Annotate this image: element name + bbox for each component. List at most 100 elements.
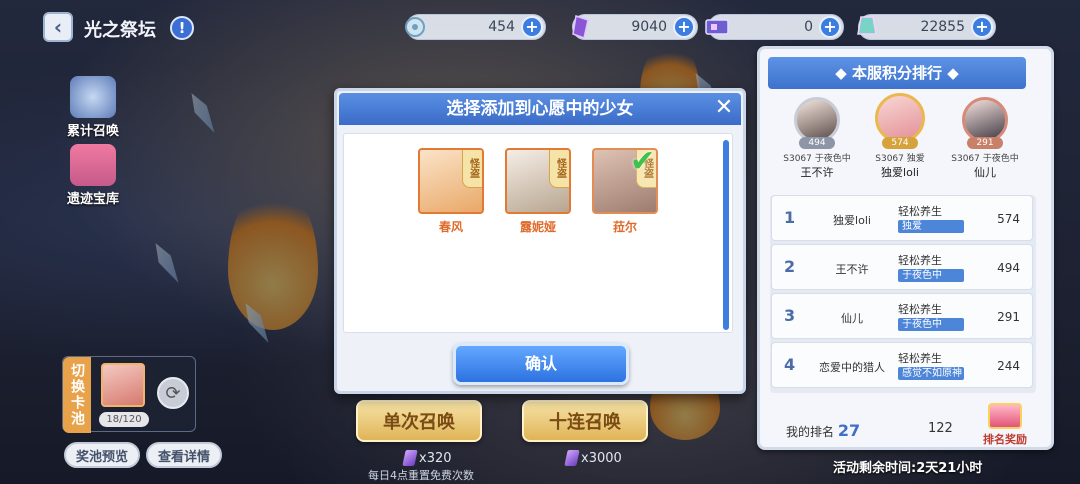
view-details-button[interactable]: 查看详情 bbox=[146, 442, 222, 468]
refresh-icon: ⟳ bbox=[165, 382, 181, 404]
crystal-cluster-icon bbox=[70, 76, 116, 118]
gift-box-icon bbox=[988, 403, 1022, 429]
ranking-title: ◆ 本服积分排行 ◆ bbox=[768, 57, 1026, 89]
help-button[interactable]: ! bbox=[170, 16, 194, 40]
guild-name: 轻松养生 bbox=[898, 254, 942, 267]
refresh-button[interactable]: ⟳ bbox=[157, 377, 189, 409]
top-bar: ‹ 光之祭坛 ! 454 + 9040 + 0 + 22855 + bbox=[40, 10, 1040, 44]
player-score: 494 bbox=[997, 261, 1020, 275]
close-button[interactable]: ✕ bbox=[713, 95, 735, 120]
character-name: 菈尔 bbox=[612, 220, 637, 234]
guild-name: 轻松养生 bbox=[898, 352, 942, 365]
character-portrait: 怪盗 bbox=[505, 148, 571, 214]
server-ranking-panel: ◆ 本服积分排行 ◆ 494 S3067 于夜色中 王不许 574 S3067 … bbox=[757, 46, 1054, 450]
purple-crystal-icon bbox=[567, 12, 595, 42]
shop-stall-icon bbox=[70, 144, 116, 186]
rank-number: 4 bbox=[784, 355, 796, 374]
top3-score: 291 bbox=[967, 137, 1003, 149]
daily-reset-note: 每日4点重置免费次数 bbox=[368, 469, 474, 482]
guild-tag: 于夜色中 bbox=[898, 318, 964, 331]
confirm-button[interactable]: 确认 bbox=[453, 343, 629, 385]
currency-value: 454 bbox=[488, 19, 515, 35]
player-score: 574 bbox=[997, 212, 1020, 226]
cumulative-summon-label: 累计召唤 bbox=[66, 124, 119, 139]
player-name: 王不许 bbox=[835, 263, 869, 276]
card-pool-panel: 切换卡池 18/120 ⟳ bbox=[62, 356, 196, 433]
class-badge: 怪盗 bbox=[549, 150, 569, 188]
dialog-title-text: 选择添加到心愿中的少女 bbox=[446, 99, 634, 119]
rank-number: 2 bbox=[784, 257, 796, 276]
ten-summon-cost: x3000 bbox=[564, 450, 622, 466]
currency-ticket: 0 + bbox=[705, 14, 844, 40]
add-crystal-button[interactable]: + bbox=[673, 16, 695, 38]
top3-name: 王不许 bbox=[800, 166, 834, 179]
top3-second[interactable]: 494 S3067 于夜色中 王不许 bbox=[772, 97, 862, 180]
checkmark-icon: ✔ bbox=[630, 144, 656, 179]
character-card[interactable]: 怪盗 春风 bbox=[416, 148, 486, 235]
top3-server: S3067 于夜色中 bbox=[783, 154, 851, 164]
top3-score: 494 bbox=[799, 137, 835, 149]
ranking-row[interactable]: 2 王不许 轻松养生 于夜色中 494 bbox=[771, 244, 1033, 290]
single-summon-button[interactable]: 单次召唤 bbox=[356, 400, 482, 442]
relic-shop-label: 遗迹宝库 bbox=[66, 192, 119, 207]
add-stamina-button[interactable]: + bbox=[521, 16, 543, 38]
player-score: 291 bbox=[997, 310, 1020, 324]
guild-tag: 感觉不如原神 bbox=[898, 367, 964, 380]
back-button[interactable]: ‹ bbox=[43, 12, 73, 42]
pool-preview-button[interactable]: 奖池预览 bbox=[64, 442, 140, 468]
ten-summon-button[interactable]: 十连召唤 bbox=[522, 400, 648, 442]
relic-shop-button[interactable]: 遗迹宝库 bbox=[58, 144, 128, 207]
character-grid[interactable]: 怪盗 春风 怪盗 露妮娅 怪盗 ✔ 菈尔 bbox=[343, 133, 733, 333]
pool-progress: 18/120 bbox=[99, 412, 149, 427]
top3-name: 独爱loli bbox=[881, 166, 919, 179]
player-avatar bbox=[875, 93, 925, 143]
wishlist-select-dialog: 选择添加到心愿中的少女 ✕ 怪盗 春风 怪盗 露妮娅 怪盗 ✔ 菈尔 确认 bbox=[334, 88, 746, 394]
top3-server: S3067 于夜色中 bbox=[951, 154, 1019, 164]
character-card-selected[interactable]: 怪盗 ✔ 菈尔 bbox=[590, 144, 660, 235]
player-name: 仙儿 bbox=[841, 312, 863, 325]
character-portrait: 怪盗 bbox=[418, 148, 484, 214]
pool-character-avatar[interactable] bbox=[101, 363, 145, 407]
top3-first[interactable]: 574 S3067 独爱 独爱loli bbox=[855, 93, 945, 180]
page-title: 光之祭坛 bbox=[84, 20, 156, 41]
ranking-row[interactable]: 1 独爱loli 轻松养生 独爱 574 bbox=[771, 195, 1033, 241]
top3-third[interactable]: 291 S3067 于夜色中 仙儿 bbox=[940, 97, 1030, 180]
ranking-row[interactable]: 4 恋爱中的猎人 轻松养生 感觉不如原神 244 bbox=[771, 342, 1033, 388]
ranking-row[interactable]: 3 仙儿 轻松养生 于夜色中 291 bbox=[771, 293, 1033, 339]
character-name: 露妮娅 bbox=[519, 220, 556, 234]
top3-score: 574 bbox=[882, 137, 918, 149]
cumulative-summon-button[interactable]: 累计召唤 bbox=[58, 76, 128, 139]
ranking-list[interactable]: 1 独爱loli 轻松养生 独爱 574 2 王不许 轻松养生 于夜色中 494… bbox=[770, 195, 1036, 393]
rank-number: 3 bbox=[784, 306, 796, 325]
chevron-left-icon: ‹ bbox=[53, 15, 63, 39]
top3-server: S3067 独爱 bbox=[875, 154, 925, 164]
currency-crystal: 9040 + bbox=[572, 14, 698, 40]
top3-name: 仙儿 bbox=[974, 166, 996, 179]
close-icon: ✕ bbox=[714, 95, 734, 120]
guild-tag: 独爱 bbox=[898, 220, 964, 233]
scrollbar[interactable] bbox=[723, 140, 729, 330]
rank-reward-button[interactable]: 排名奖励 bbox=[978, 403, 1032, 449]
my-rank-value: 27 bbox=[837, 421, 861, 440]
rank-number: 1 bbox=[784, 208, 796, 227]
exclamation-icon: ! bbox=[178, 19, 186, 37]
ticket-icon bbox=[703, 12, 731, 42]
character-card[interactable]: 怪盗 露妮娅 bbox=[503, 148, 573, 235]
currency-value: 22855 bbox=[920, 19, 965, 35]
currency-gem: 22855 + bbox=[857, 14, 996, 40]
purple-crystal-icon bbox=[402, 450, 418, 466]
guild-tag: 于夜色中 bbox=[898, 269, 964, 282]
guild-name: 轻松养生 bbox=[898, 303, 942, 316]
player-name: 恋爱中的猎人 bbox=[819, 361, 885, 374]
player-score: 244 bbox=[997, 359, 1020, 373]
add-gem-button[interactable]: + bbox=[971, 16, 993, 38]
switch-pool-button[interactable]: 切换卡池 bbox=[63, 357, 91, 433]
rank-reward-label: 排名奖励 bbox=[983, 433, 1027, 446]
add-ticket-button[interactable]: + bbox=[819, 16, 841, 38]
currency-value: 0 bbox=[804, 19, 813, 35]
event-timer: 活动剩余时间:2天21小时 bbox=[833, 461, 983, 476]
dialog-title: 选择添加到心愿中的少女 ✕ bbox=[339, 93, 741, 125]
guild-name: 轻松养生 bbox=[898, 205, 942, 218]
currency-value: 9040 bbox=[631, 19, 667, 35]
class-badge: 怪盗 bbox=[462, 150, 482, 188]
